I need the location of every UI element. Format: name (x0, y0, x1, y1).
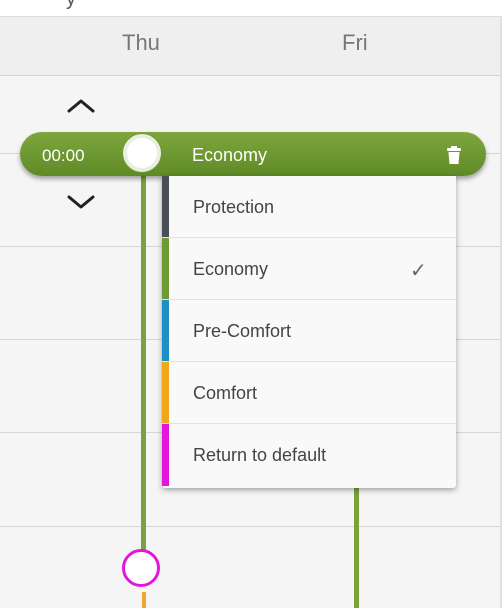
economy-color-marker (162, 238, 169, 299)
fri-economy-timeline (354, 470, 359, 608)
protection-color-marker (162, 176, 169, 237)
pre-comfort-color-marker (162, 300, 169, 361)
option-label: Protection (193, 197, 275, 217)
option-comfort[interactable]: Comfort (162, 362, 456, 424)
chevron-down-icon[interactable] (66, 192, 96, 214)
day-label-thu: Thu (122, 30, 160, 55)
chevron-up-icon[interactable] (66, 96, 96, 118)
option-protection[interactable]: Protection (162, 176, 456, 238)
option-label: Comfort (193, 383, 258, 403)
schedule-drag-handle[interactable] (123, 134, 161, 172)
thu-comfort-timeline (142, 592, 146, 608)
default-drag-handle[interactable] (122, 549, 160, 587)
option-label: Pre-Comfort (193, 321, 292, 341)
option-return-to-default[interactable]: Return to default (162, 424, 456, 486)
schedule-time[interactable]: 00:00 (42, 146, 85, 166)
day-label-fri: Fri (342, 30, 368, 55)
option-economy[interactable]: Economy ✓ (162, 238, 456, 300)
option-label: Economy (193, 259, 269, 279)
schedule-mode-label[interactable]: Economy (192, 145, 267, 166)
trash-icon[interactable] (446, 146, 462, 164)
default-color-marker (162, 424, 169, 486)
mode-dropdown-menu: Protection Economy ✓ Pre-Comfort Comfort… (162, 176, 456, 488)
checkmark-icon: ✓ (410, 260, 427, 282)
day-header (0, 16, 502, 76)
thu-economy-timeline (141, 170, 146, 550)
comfort-color-marker (162, 362, 169, 423)
option-pre-comfort[interactable]: Pre-Comfort (162, 300, 456, 362)
gridline (0, 526, 502, 527)
partial-title-text: y (66, 0, 76, 11)
option-label: Return to default (193, 445, 327, 465)
